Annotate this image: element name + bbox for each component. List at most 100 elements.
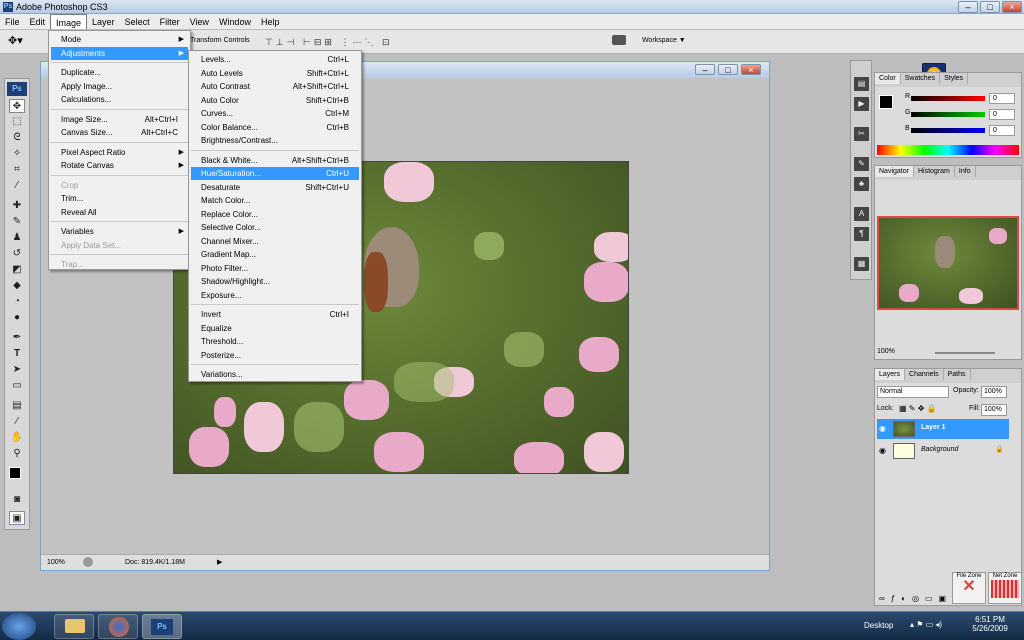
eraser-icon[interactable]: ◩ <box>9 263 25 277</box>
photoshop-taskbar-button[interactable]: Ps <box>142 614 182 639</box>
magic-wand-icon[interactable]: ✧ <box>9 147 25 161</box>
align-icons[interactable]: ⊤⊥⊣ ⊢⊟⊞ ⋮⋯⋱ ⊡ <box>265 37 392 48</box>
menu-select[interactable]: Select <box>120 14 155 29</box>
blue-slider[interactable] <box>911 128 985 133</box>
layer-row-background[interactable]: ◉ Background 🔒 <box>877 441 1009 461</box>
menu-item[interactable]: Equalize <box>191 322 359 335</box>
pen-tool-icon[interactable]: ✒ <box>9 331 25 345</box>
net-zone[interactable]: Net Zone <box>988 572 1022 604</box>
menu-item[interactable]: Trim... <box>51 192 188 205</box>
eyedropper-icon[interactable]: ⁄ <box>9 415 25 429</box>
path-select-icon[interactable]: ➤ <box>9 363 25 377</box>
doc-minimize-button[interactable]: – <box>695 64 715 75</box>
green-value[interactable]: 0 <box>989 109 1015 120</box>
menu-item[interactable]: Auto Color Shift+Ctrl+B <box>191 94 359 107</box>
paint-bucket-icon[interactable]: ◆ <box>9 279 25 293</box>
slice-tool-icon[interactable]: ⁄ <box>9 179 25 193</box>
menu-item[interactable]: Curves... Ctrl+M <box>191 107 359 120</box>
menu-item[interactable]: Threshold... <box>191 335 359 348</box>
color-spectrum[interactable] <box>877 145 1019 155</box>
explorer-taskbar-button[interactable] <box>54 614 94 639</box>
type-tool-icon[interactable]: T <box>9 347 25 361</box>
menu-item[interactable]: Pixel Aspect Ratio ▶ <box>51 146 188 159</box>
tool-presets-icon[interactable]: ✂ <box>854 127 869 141</box>
maximize-button[interactable]: □ <box>980 1 1000 13</box>
desktop-toolbar[interactable]: Desktop <box>864 621 893 630</box>
paragraph-panel-icon[interactable]: ¶ <box>854 227 869 241</box>
screen-mode-icon[interactable]: ▣ <box>9 511 25 525</box>
green-slider[interactable] <box>911 112 985 117</box>
shape-tool-icon[interactable]: ▭ <box>9 379 25 393</box>
quick-mask-icon[interactable]: ◙ <box>9 493 25 507</box>
menu-item[interactable]: Black & White... Alt+Shift+Ctrl+B <box>191 154 359 167</box>
menu-window[interactable]: Window <box>214 14 256 29</box>
menu-item[interactable]: Duplicate... <box>51 66 188 79</box>
menu-item[interactable]: Variations... <box>191 368 359 381</box>
menu-item[interactable]: Calculations... <box>51 93 188 106</box>
menu-edit[interactable]: Edit <box>25 14 51 29</box>
lasso-tool-icon[interactable]: ᘓ <box>9 131 25 145</box>
dodge-tool-icon[interactable]: ● <box>9 311 25 325</box>
menu-item[interactable]: Invert Ctrl+I <box>191 308 359 321</box>
menu-item[interactable]: Posterize... <box>191 349 359 362</box>
foreground-color-swatch[interactable] <box>9 467 21 479</box>
menu-item[interactable]: Auto Contrast Alt+Shift+Ctrl+L <box>191 80 359 93</box>
tab-channels[interactable]: Channels <box>905 369 944 380</box>
move-tool-preset-icon[interactable]: ✥▾ <box>8 34 34 50</box>
status-arrow-icon[interactable]: ▶ <box>217 558 222 566</box>
eye-icon[interactable]: ◉ <box>879 446 889 455</box>
layer-row-layer1[interactable]: ◉ Layer 1 <box>877 419 1009 439</box>
menu-item[interactable]: Mode ▶ <box>51 33 188 46</box>
navigator-zoom-slider[interactable] <box>935 352 995 354</box>
menu-item[interactable]: Replace Color... <box>191 208 359 221</box>
hand-tool-icon[interactable]: ✋ <box>9 431 25 445</box>
menu-item[interactable]: Auto Levels Shift+Ctrl+L <box>191 67 359 80</box>
clone-source-icon[interactable]: ♣ <box>854 177 869 191</box>
menu-item[interactable]: Reveal All <box>51 206 188 219</box>
menu-item[interactable]: Photo Filter... <box>191 262 359 275</box>
tab-color[interactable]: Color <box>875 73 901 84</box>
blend-mode-select[interactable]: Normal <box>877 386 949 398</box>
menu-filter[interactable]: Filter <box>155 14 185 29</box>
fg-color-swatch[interactable] <box>879 95 893 109</box>
navigator-zoom[interactable]: 100% <box>877 348 895 355</box>
menu-view[interactable]: View <box>185 14 214 29</box>
menu-item[interactable]: Adjustments ▶ <box>51 46 188 60</box>
character-panel-icon[interactable]: A <box>854 207 869 221</box>
tab-histogram[interactable]: Histogram <box>914 166 955 177</box>
zoom-level[interactable]: 100% <box>47 559 65 566</box>
notes-tool-icon[interactable]: ▤ <box>9 399 25 413</box>
blur-tool-icon[interactable]: ◔ <box>9 295 25 309</box>
menu-item[interactable]: Channel Mixer... <box>191 235 359 248</box>
menu-item[interactable]: Image Size... Alt+Ctrl+I <box>51 113 188 126</box>
tab-paths[interactable]: Paths <box>944 369 971 380</box>
menu-item[interactable]: Apply Image... <box>51 80 188 93</box>
menu-item[interactable]: Variables ▶ <box>51 225 188 238</box>
blue-value[interactable]: 0 <box>989 125 1015 136</box>
menu-item[interactable]: Levels... Ctrl+L <box>191 53 359 66</box>
menu-item[interactable]: Exposure... <box>191 289 359 302</box>
menu-item[interactable]: Desaturate Shift+Ctrl+U <box>191 181 359 194</box>
tray-icons[interactable]: ▴ ⚑ ▭ ◂) <box>910 620 942 629</box>
layer-comps-icon[interactable]: ▦ <box>854 257 869 271</box>
menu-image[interactable]: Image <box>50 14 88 29</box>
start-button[interactable] <box>2 613 36 640</box>
tab-styles[interactable]: Styles <box>940 73 969 84</box>
menu-item[interactable]: Hue/Saturation... Ctrl+U <box>191 167 359 180</box>
move-tool-icon[interactable]: ✥ <box>9 99 25 113</box>
healing-brush-icon[interactable]: ✚ <box>9 199 25 213</box>
menu-item[interactable]: Rotate Canvas ▶ <box>51 159 188 172</box>
tab-info[interactable]: Info <box>955 166 976 177</box>
lock-icons[interactable]: ▦ ✎ ✥ 🔒 <box>899 404 937 413</box>
menu-item[interactable]: Brightness/Contrast... <box>191 134 359 147</box>
tab-layers[interactable]: Layers <box>875 369 906 380</box>
menu-item[interactable]: Canvas Size... Alt+Ctrl+C <box>51 126 188 139</box>
menu-item[interactable]: Gradient Map... <box>191 248 359 261</box>
workspace-menu[interactable]: Workspace ▼ <box>612 35 686 49</box>
tab-swatches[interactable]: Swatches <box>901 73 941 84</box>
doc-maximize-button[interactable]: □ <box>718 64 738 75</box>
clone-stamp-icon[interactable]: ♟ <box>9 231 25 245</box>
red-value[interactable]: 0 <box>989 93 1015 104</box>
navigator-thumbnail[interactable] <box>877 216 1019 310</box>
actions-panel-icon[interactable]: ▶ <box>854 97 869 111</box>
